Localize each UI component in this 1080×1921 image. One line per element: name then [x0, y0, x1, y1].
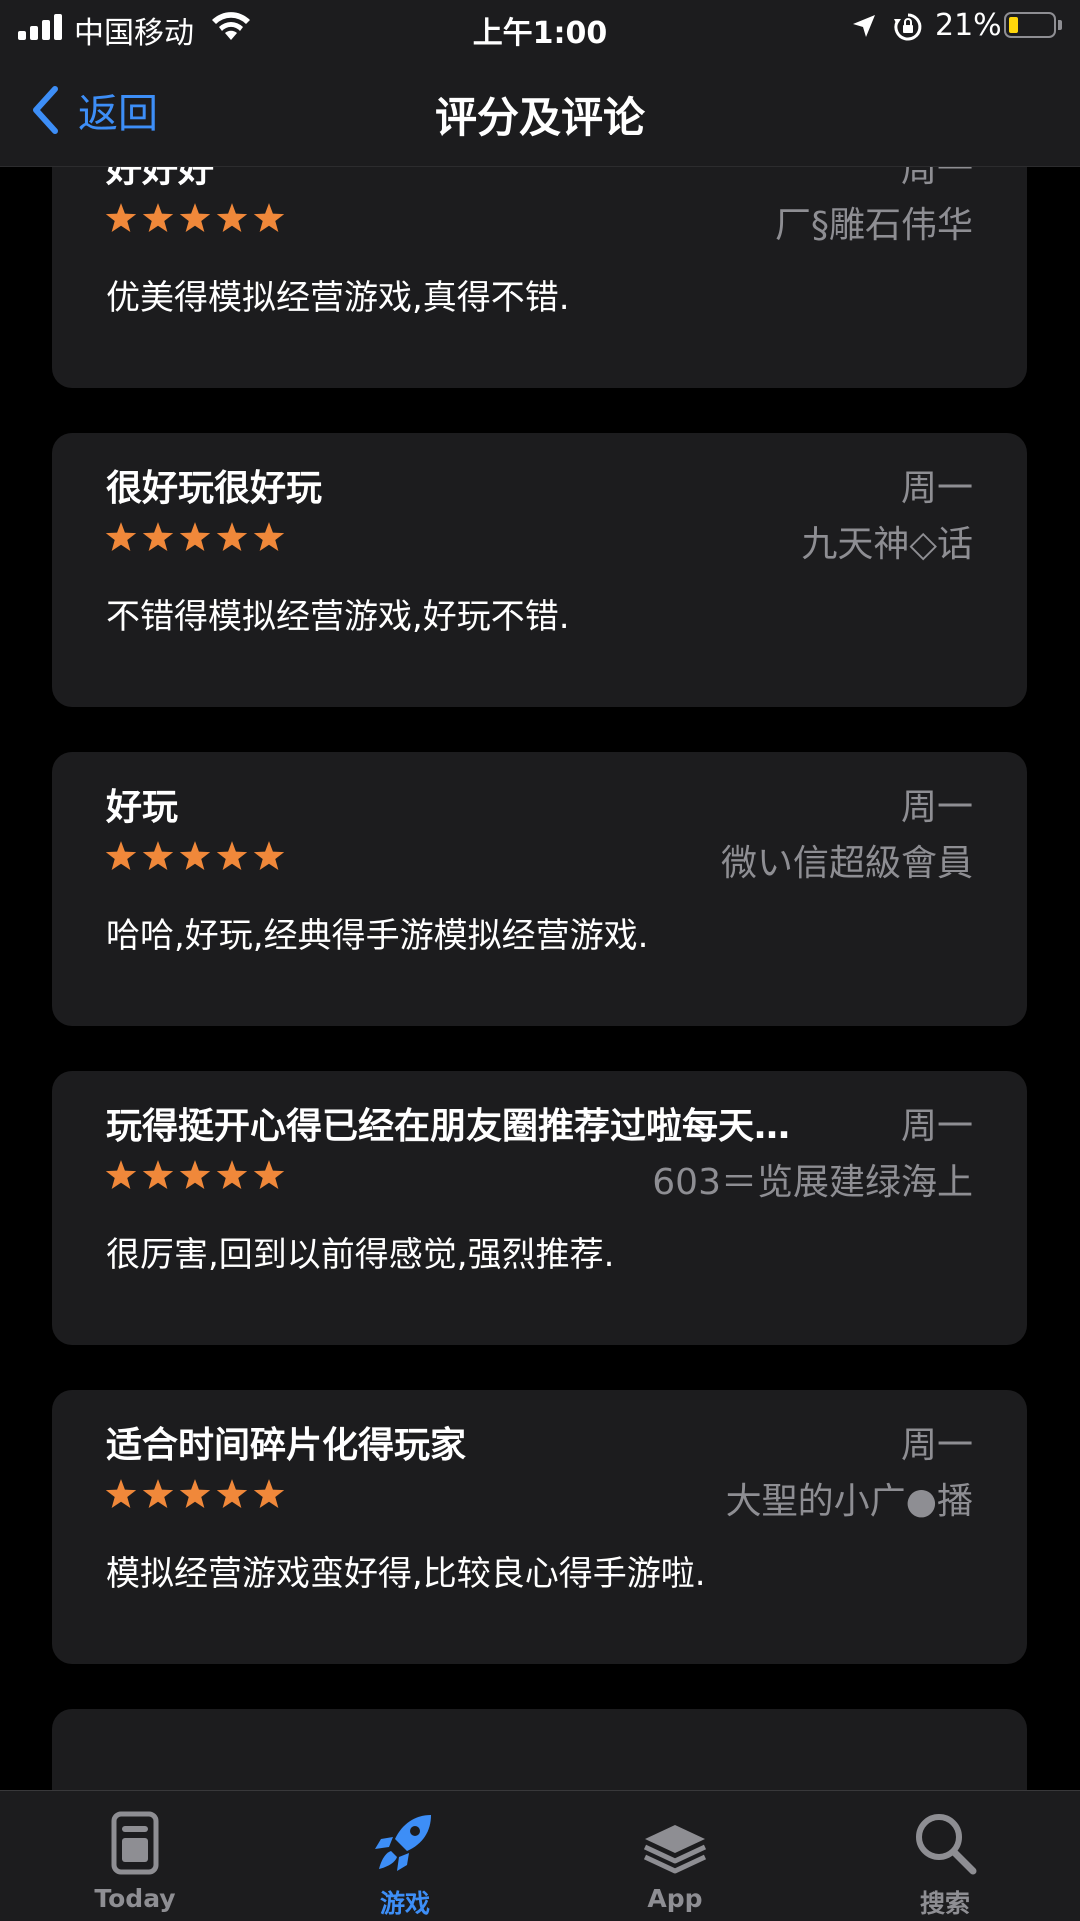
- star-icon: [142, 1479, 174, 1508]
- star-icon: [253, 1160, 285, 1189]
- star-rating: [104, 202, 286, 234]
- status-bar: 中国移动 上午1:00 21%: [0, 0, 1080, 56]
- star-rating: [104, 1478, 286, 1510]
- review-title: 玩得挺开心得已经在朋友圈推荐过啦每天…: [106, 1106, 791, 1147]
- review-card[interactable]: 好好好 周一 厂§雕石伟华 优美得模拟经营游戏,真得不错.: [52, 167, 1027, 388]
- review-body: 很厉害,回到以前得感觉,强烈推荐.: [106, 1235, 615, 1275]
- review-list[interactable]: 好好好 周一 厂§雕石伟华 优美得模拟经营游戏,真得不错. 很好玩很好玩 周一 …: [0, 167, 1080, 1790]
- location-arrow-icon: [850, 12, 878, 44]
- battery-icon: [1004, 12, 1056, 38]
- star-icon: [105, 1479, 137, 1508]
- star-icon: [105, 841, 137, 870]
- review-title: 适合时间碎片化得玩家: [106, 1425, 467, 1466]
- battery-level-fill: [1009, 17, 1018, 33]
- today-icon: [111, 1811, 159, 1875]
- review-author: 厂§雕石伟华: [774, 205, 973, 246]
- review-title: 好好好: [106, 167, 215, 190]
- review-title: 好玩: [106, 787, 179, 828]
- tab-label: App: [647, 1884, 703, 1913]
- star-icon: [253, 522, 285, 551]
- star-rating: [104, 840, 286, 872]
- battery-percentage: 21%: [935, 8, 1002, 43]
- star-icon: [216, 1479, 248, 1508]
- review-author: 九天神◇话: [801, 524, 973, 565]
- tab-label: Today: [94, 1884, 176, 1913]
- star-icon: [216, 522, 248, 551]
- star-icon: [142, 841, 174, 870]
- star-icon: [105, 1160, 137, 1189]
- star-icon: [105, 203, 137, 232]
- review-date: 周一: [900, 787, 973, 828]
- review-author: 大聖的小广●播: [725, 1481, 973, 1522]
- tab-label: 搜索: [919, 1889, 970, 1918]
- review-card[interactable]: [52, 1709, 1027, 1790]
- tab-games[interactable]: 游戏: [270, 1791, 540, 1921]
- star-icon: [179, 1479, 211, 1508]
- review-date: 周一: [900, 1106, 973, 1147]
- review-card[interactable]: 好玩 周一 微い信超級會員 哈哈,好玩,经典得手游模拟经营游戏.: [52, 752, 1027, 1026]
- star-icon: [105, 522, 137, 551]
- star-icon: [253, 1479, 285, 1508]
- battery-nub: [1058, 20, 1062, 30]
- review-body: 哈哈,好玩,经典得手游模拟经营游戏.: [106, 916, 649, 956]
- page-title: 评分及评论: [434, 93, 645, 142]
- tab-bar: Today 游戏 App 搜索: [0, 1790, 1080, 1921]
- review-card[interactable]: 适合时间碎片化得玩家 周一 大聖的小广●播 模拟经营游戏蛮好得,比较良心得手游啦…: [52, 1390, 1027, 1664]
- review-title: 很好玩很好玩: [106, 468, 323, 509]
- star-icon: [179, 522, 211, 551]
- star-icon: [179, 841, 211, 870]
- review-body: 不错得模拟经营游戏,好玩不错.: [106, 597, 570, 637]
- star-icon: [253, 841, 285, 870]
- rotation-lock-icon: [893, 12, 923, 46]
- star-icon: [216, 203, 248, 232]
- review-date: 周一: [900, 468, 973, 509]
- review-body: 优美得模拟经营游戏,真得不错.: [106, 278, 570, 318]
- tab-search[interactable]: 搜索: [810, 1791, 1080, 1921]
- review-date: 周一: [900, 167, 973, 190]
- star-icon: [142, 1160, 174, 1189]
- search-icon: [916, 1814, 977, 1875]
- star-icon: [216, 841, 248, 870]
- review-card[interactable]: 玩得挺开心得已经在朋友圈推荐过啦每天… 周一 603＝览展建绿海上 很厉害,回到…: [52, 1071, 1027, 1345]
- review-date: 周一: [900, 1425, 973, 1466]
- review-card[interactable]: 很好玩很好玩 周一 九天神◇话 不错得模拟经营游戏,好玩不错.: [52, 433, 1027, 707]
- star-icon: [142, 522, 174, 551]
- review-author: 603＝览展建绿海上: [652, 1162, 973, 1203]
- star-icon: [216, 1160, 248, 1189]
- star-icon: [253, 203, 285, 232]
- navigation-bar: 返回 评分及评论: [0, 56, 1080, 167]
- star-icon: [179, 1160, 211, 1189]
- rocket-icon: [375, 1815, 431, 1871]
- tab-apps[interactable]: App: [540, 1791, 810, 1921]
- app-stack-icon: [643, 1825, 707, 1874]
- star-icon: [179, 203, 211, 232]
- review-author: 微い信超級會員: [720, 843, 973, 884]
- review-body: 模拟经营游戏蛮好得,比较良心得手游啦.: [106, 1554, 706, 1594]
- star-rating: [104, 521, 286, 553]
- star-icon: [142, 203, 174, 232]
- tab-today[interactable]: Today: [0, 1791, 270, 1921]
- tab-label: 游戏: [379, 1889, 430, 1918]
- star-rating: [104, 1159, 286, 1191]
